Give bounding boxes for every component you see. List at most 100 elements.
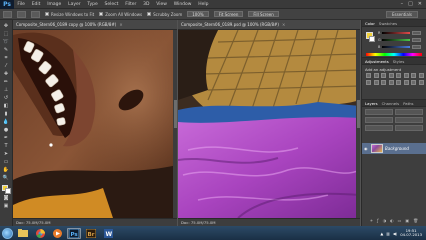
tab-swatches[interactable]: Swatches <box>379 21 397 26</box>
move-tool-icon[interactable]: ✥ <box>2 23 10 29</box>
vertical-scrollbar-1[interactable] <box>173 30 177 218</box>
hand-tool-icon[interactable]: ✋ <box>2 167 10 173</box>
healing-brush-tool-icon[interactable]: ✚ <box>2 71 10 77</box>
pen-tool-icon[interactable]: ✒ <box>2 135 10 141</box>
resize-windows-checkbox[interactable]: Resize Windows to Fit <box>45 12 94 17</box>
curves-icon[interactable] <box>381 73 386 78</box>
black-white-icon[interactable] <box>418 73 424 78</box>
background-color-swatch[interactable] <box>4 187 11 194</box>
document-tab-1[interactable]: Composite_Stern06_0189 copy @ 100% (RGB/… <box>13 20 177 30</box>
red-value-field[interactable] <box>412 31 421 35</box>
color-spectrum[interactable] <box>366 53 422 56</box>
trash-icon[interactable]: 🗑 <box>413 218 418 224</box>
green-value-field[interactable] <box>412 38 421 42</box>
browser-app-icon[interactable] <box>33 228 47 239</box>
quick-mask-icon[interactable]: ◙ <box>2 195 10 201</box>
photoshop-logo[interactable]: Ps <box>0 0 14 9</box>
type-tool-icon[interactable]: T <box>2 143 10 149</box>
new-adjustment-icon[interactable]: ◐ <box>390 218 394 224</box>
color-balance-icon[interactable] <box>411 73 416 78</box>
zoom-tool-icon[interactable]: 🔍 <box>2 175 10 181</box>
hue-saturation-icon[interactable] <box>403 73 409 78</box>
bridge-app-icon[interactable]: Br <box>84 228 98 239</box>
layer-filter-toggle[interactable] <box>395 109 423 115</box>
screen-mode-icon[interactable]: ▣ <box>2 203 10 209</box>
canvas-2[interactable] <box>178 30 360 218</box>
explorer-app-icon[interactable] <box>16 228 30 239</box>
red-slider-track[interactable] <box>382 31 410 35</box>
maximize-button[interactable]: □ <box>408 1 413 7</box>
workspace-switcher[interactable]: Essentials <box>385 10 418 18</box>
menu-window[interactable]: Window <box>170 2 195 7</box>
menu-edit[interactable]: Edit <box>28 2 44 7</box>
dodge-tool-icon[interactable]: ● <box>2 127 10 133</box>
tab-layers[interactable]: Layers <box>365 101 378 106</box>
start-button[interactable] <box>2 227 13 239</box>
layer-name[interactable]: Background <box>385 146 409 151</box>
color-lookup-icon[interactable] <box>381 79 386 85</box>
posterize-icon[interactable] <box>396 79 401 85</box>
close-tab-icon[interactable]: × <box>282 22 285 27</box>
marquee-tool-icon[interactable]: ⬚ <box>2 31 10 37</box>
blend-mode-select[interactable] <box>365 117 393 123</box>
zoom-all-windows-checkbox[interactable]: Zoom All Windows <box>99 12 142 17</box>
media-app-icon[interactable] <box>50 228 64 239</box>
blue-slider[interactable]: B <box>378 45 421 49</box>
color-swatches[interactable] <box>1 184 11 194</box>
quick-select-tool-icon[interactable]: ✎ <box>2 47 10 53</box>
fill-screen-button[interactable]: Fill Screen <box>248 11 279 17</box>
menu-file[interactable]: File <box>14 2 28 7</box>
canvas-1[interactable] <box>13 30 177 218</box>
crop-tool-icon[interactable]: ⌗ <box>2 55 10 61</box>
tray-arrow-icon[interactable]: ▲ <box>380 231 383 236</box>
scroll-thumb[interactable] <box>173 100 177 128</box>
zoom-out-icon[interactable] <box>31 10 40 18</box>
eye-icon[interactable]: ◉ <box>364 146 369 151</box>
clock[interactable]: 19:51 04.07.2013 <box>400 228 422 237</box>
levels-icon[interactable] <box>373 73 379 78</box>
opacity-field[interactable] <box>395 117 423 123</box>
gradient-tool-icon[interactable]: ▮ <box>2 111 10 117</box>
shape-tool-icon[interactable]: ▭ <box>2 159 10 165</box>
tab-color[interactable]: Color <box>365 21 375 26</box>
zoom-tool-icon[interactable] <box>3 10 12 18</box>
menu-type[interactable]: Type <box>84 2 101 7</box>
close-tab-icon[interactable]: × <box>119 22 122 27</box>
menu-image[interactable]: Image <box>44 2 65 7</box>
lock-controls[interactable] <box>365 125 393 131</box>
brush-tool-icon[interactable]: ✏ <box>2 79 10 85</box>
selective-color-icon[interactable] <box>418 79 424 85</box>
menu-filter[interactable]: Filter <box>122 2 140 7</box>
close-button[interactable]: ✕ <box>418 1 422 7</box>
channel-mixer-icon[interactable] <box>373 79 379 85</box>
vertical-scrollbar-2[interactable] <box>356 30 360 218</box>
blue-value-field[interactable] <box>412 45 421 49</box>
zoom-in-icon[interactable] <box>17 10 26 18</box>
tab-paths[interactable]: Paths <box>403 101 413 106</box>
fit-screen-button[interactable]: Fit Screen <box>213 11 244 17</box>
exposure-icon[interactable] <box>388 73 394 78</box>
scrubby-zoom-checkbox[interactable]: Scrubby Zoom <box>147 12 182 17</box>
vibrance-icon[interactable] <box>396 73 401 78</box>
word-app-icon[interactable]: W <box>101 228 115 239</box>
layer-row-background[interactable]: ◉ Background <box>362 143 426 154</box>
tab-channels[interactable]: Channels <box>382 101 400 106</box>
path-select-tool-icon[interactable]: ➤ <box>2 151 10 157</box>
menu-help[interactable]: Help <box>195 2 212 7</box>
new-layer-icon[interactable]: ▣ <box>405 218 409 224</box>
blur-tool-icon[interactable]: 💧 <box>2 119 10 125</box>
green-slider[interactable]: G <box>378 38 421 42</box>
menu-view[interactable]: View <box>153 2 170 7</box>
tab-adjustments[interactable]: Adjustments <box>365 59 389 64</box>
photo-filter-icon[interactable] <box>366 79 371 85</box>
fill-field[interactable] <box>395 125 423 131</box>
zoom-100-button[interactable]: 100% <box>187 11 209 17</box>
layer-kind-filter[interactable] <box>365 109 393 115</box>
add-mask-icon[interactable]: ◑ <box>383 218 387 224</box>
menu-layer[interactable]: Layer <box>65 2 84 7</box>
new-group-icon[interactable]: ▭ <box>398 218 402 224</box>
menu-select[interactable]: Select <box>101 2 122 7</box>
eraser-tool-icon[interactable]: ◧ <box>2 103 10 109</box>
fx-icon[interactable]: ƒ <box>377 218 378 224</box>
network-icon[interactable]: ▥ <box>386 231 390 236</box>
